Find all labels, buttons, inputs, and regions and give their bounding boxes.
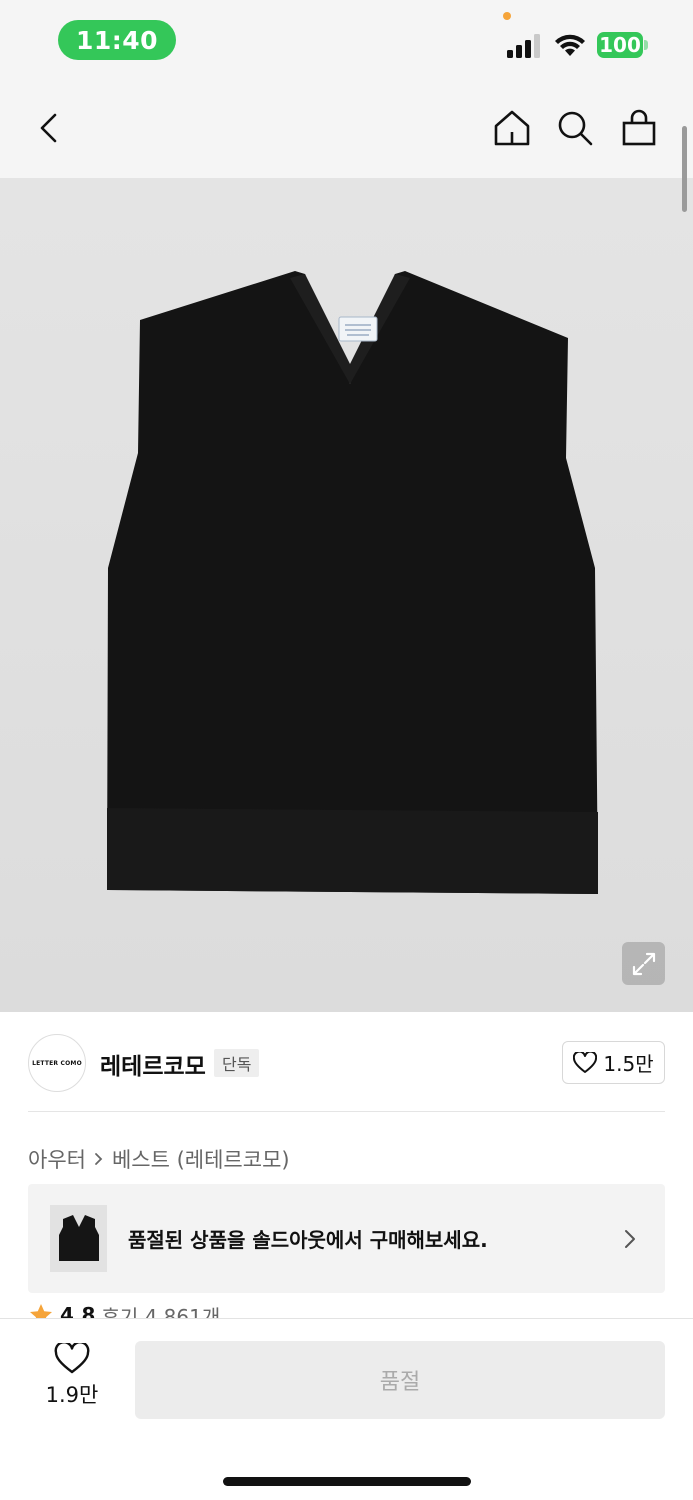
chevron-left-icon — [40, 113, 57, 143]
brand-like-count: 1.5만 — [603, 1052, 654, 1076]
home-button[interactable] — [488, 104, 536, 152]
banner-thumbnail — [50, 1205, 107, 1272]
search-icon — [558, 111, 593, 146]
brand-name[interactable]: 레테르코모 — [100, 1047, 206, 1081]
privacy-indicator — [503, 12, 511, 20]
heart-icon — [54, 1343, 90, 1374]
battery-tip — [644, 40, 648, 50]
chevron-right-icon — [625, 1230, 635, 1248]
brand-like-button[interactable]: 1.5만 — [562, 1041, 665, 1084]
cart-button[interactable] — [615, 104, 663, 152]
breadcrumb-category[interactable]: 아우터 — [28, 1144, 86, 1174]
wishlist-count: 1.9만 — [45, 1383, 99, 1407]
breadcrumb-subcategory[interactable]: 베스트 (레테르코모) — [112, 1144, 290, 1174]
expand-icon — [632, 952, 655, 975]
brand-logo-text: LETTER COMO — [32, 1059, 82, 1067]
search-button[interactable] — [551, 104, 599, 152]
divider — [28, 1111, 665, 1112]
status-bar: 11:40 100 — [0, 0, 693, 80]
soldout-button[interactable]: 품절 — [135, 1341, 665, 1419]
home-icon — [494, 110, 530, 146]
expand-image-button[interactable] — [622, 942, 665, 985]
wifi-icon — [555, 34, 585, 56]
vest-thumbnail-icon — [58, 1214, 99, 1261]
product-image[interactable] — [0, 178, 693, 1012]
wishlist-button[interactable]: 1.9만 — [30, 1343, 114, 1423]
exclusive-badge: 단독 — [214, 1049, 260, 1077]
status-time: 11:40 — [58, 20, 176, 60]
soldout-banner[interactable]: 품절된 상품을 솔드아웃에서 구매해보세요. — [28, 1184, 665, 1293]
breadcrumb: 아우터 베스트 (레테르코모) — [28, 1144, 290, 1174]
bottom-action-bar: 1.9만 품절 — [0, 1318, 693, 1500]
home-indicator[interactable] — [223, 1477, 471, 1486]
brand-row: LETTER COMO 레테르코모 단독 1.5만 — [28, 1034, 665, 1092]
shopping-bag-icon — [622, 109, 656, 146]
vest-illustration — [107, 271, 598, 894]
banner-text: 품절된 상품을 솔드아웃에서 구매해보세요. — [128, 1228, 488, 1252]
scroll-indicator — [682, 126, 687, 212]
chevron-right-icon — [95, 1153, 103, 1165]
cellular-signal-icon — [507, 34, 540, 58]
back-button[interactable] — [26, 104, 74, 152]
heart-icon — [573, 1051, 598, 1073]
top-nav-bar — [0, 80, 693, 178]
battery-indicator: 100 — [597, 32, 643, 58]
brand-logo[interactable]: LETTER COMO — [28, 1034, 86, 1092]
